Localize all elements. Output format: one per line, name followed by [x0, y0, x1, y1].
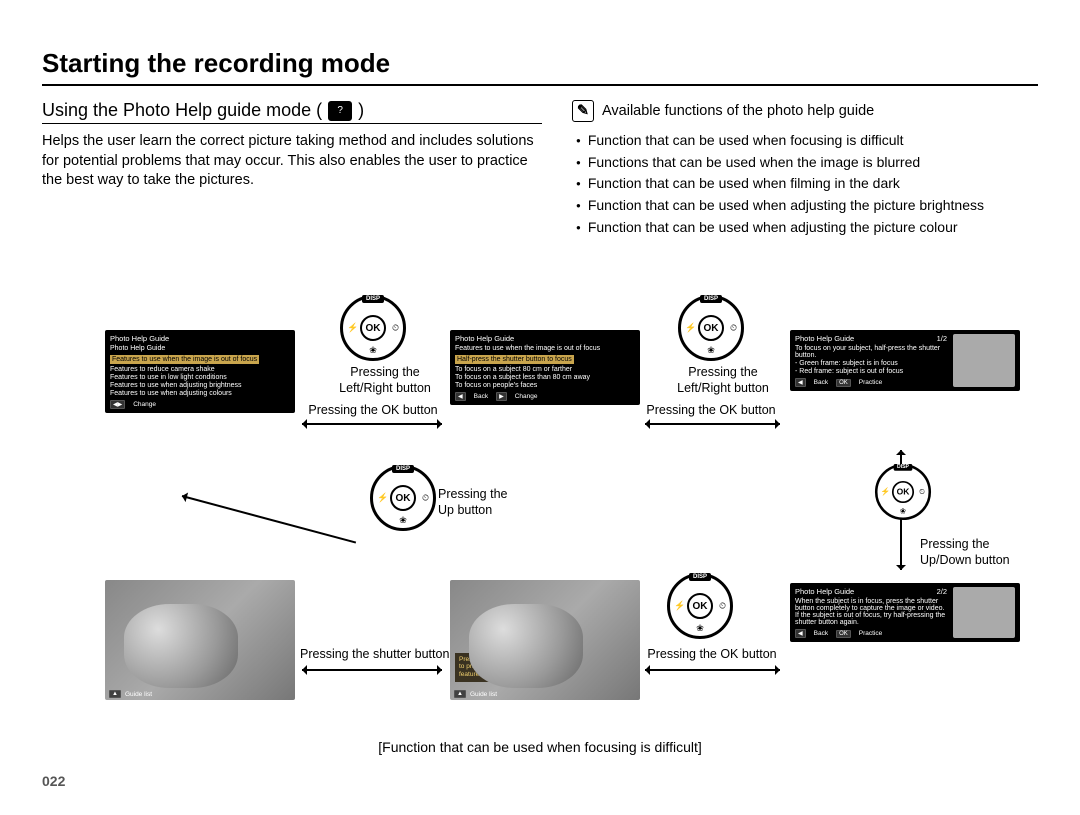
caption-press-ok: Pressing the OK button [642, 647, 782, 663]
arrow-icon [182, 495, 356, 544]
control-dial: DISP OK ⚡ ⏲ ❀ [875, 464, 931, 520]
page-number: 022 [42, 773, 65, 789]
double-arrow-icon [302, 669, 442, 671]
sample-photo-overlay: Press the shutter button to practice usi… [450, 580, 640, 700]
screen-d: Photo Help Guide2/2 When the subject is … [790, 583, 1020, 642]
double-arrow-icon [302, 423, 442, 425]
double-arrow-icon [645, 669, 780, 671]
control-dial: DISP OK ⚡ ⏲ ❀ [340, 295, 406, 361]
subheading: Using the Photo Help guide mode ( ? ) [42, 100, 542, 121]
control-dial: DISP OK ⚡ ⏲ ❀ [667, 573, 733, 639]
camera-illustration [953, 334, 1015, 387]
caption-press-lr: Pressing the Left/Right button [663, 365, 783, 396]
caption-press-lr: Pressing the Left/Right button [325, 365, 445, 396]
subheading-rule [42, 123, 542, 124]
screen-c: Photo Help Guide1/2 To focus on your sub… [790, 330, 1020, 391]
caption-press-up: Pressing the Up button [438, 487, 507, 518]
caption-press-shutter: Pressing the shutter button [300, 647, 449, 663]
intro-text: Helps the user learn the correct picture… [42, 132, 542, 191]
control-dial: DISP OK ⚡ ⏲ ❀ [678, 295, 744, 361]
diagram-caption: [Function that can be used when focusing… [0, 739, 1080, 755]
function-item: Function that can be used when filming i… [576, 173, 1038, 195]
function-item: Functions that can be used when the imag… [576, 152, 1038, 174]
screen-b: Photo Help Guide Features to use when th… [450, 330, 640, 405]
heading-rule [42, 84, 1038, 86]
functions-list: Function that can be used when focusing … [576, 130, 1038, 238]
screen-a: Photo Help Guide Photo Help Guide Featur… [105, 330, 295, 413]
note-heading: Available functions of the photo help gu… [602, 103, 874, 119]
caption-press-ok: Pressing the OK button [303, 403, 443, 419]
note-icon: ✎ [572, 100, 594, 122]
caption-press-ud: Pressing the Up/Down button [920, 537, 1010, 568]
photo-help-mode-icon: ? [328, 101, 352, 121]
caption-press-ok: Pressing the OK button [641, 403, 781, 419]
function-item: Function that can be used when adjusting… [576, 195, 1038, 217]
function-item: Function that can be used when focusing … [576, 130, 1038, 152]
sample-photo: ▲Guide list [105, 580, 295, 700]
control-dial: DISP OK ⚡ ⏲ ❀ [370, 465, 436, 531]
page-heading: Starting the recording mode [42, 48, 1038, 79]
function-item: Function that can be used when adjusting… [576, 217, 1038, 239]
flow-diagram: Photo Help Guide Photo Help Guide Featur… [80, 295, 1040, 745]
camera-illustration [953, 587, 1015, 638]
double-arrow-icon [645, 423, 780, 425]
